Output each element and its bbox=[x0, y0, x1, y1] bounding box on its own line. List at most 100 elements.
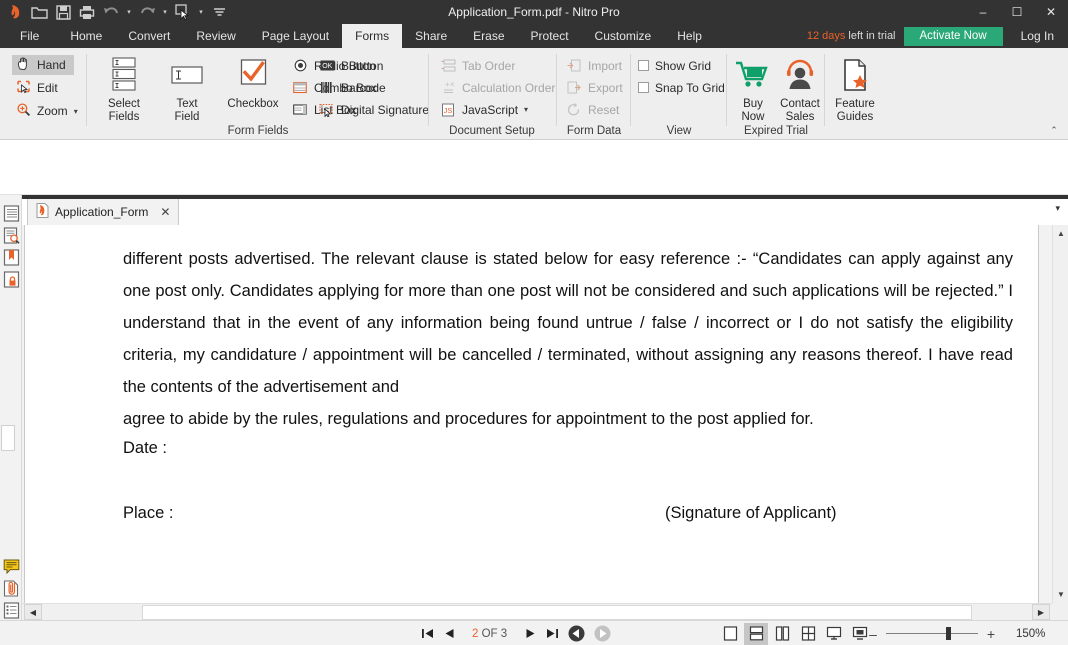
comments-icon[interactable] bbox=[3, 558, 20, 575]
digital-signature-label: Digital Signature bbox=[341, 103, 429, 117]
next-page-button[interactable] bbox=[519, 621, 541, 645]
tab-share[interactable]: Share bbox=[402, 24, 460, 48]
document-viewport[interactable]: different posts advertised. The relevant… bbox=[22, 225, 1052, 603]
print-icon[interactable] bbox=[76, 2, 98, 22]
export-item[interactable]: Export bbox=[566, 78, 623, 97]
tab-order-item[interactable]: Tab Order bbox=[440, 56, 515, 75]
horizontal-scrollbar[interactable]: ◀ ▶ bbox=[22, 603, 1052, 620]
search-document-icon[interactable] bbox=[3, 227, 20, 244]
zoom-level-label[interactable]: 150% bbox=[1002, 628, 1045, 640]
tab-erase[interactable]: Erase bbox=[460, 24, 517, 48]
fit-page-view-button[interactable] bbox=[822, 623, 846, 645]
snap-to-grid-checkbox[interactable]: Snap To Grid bbox=[638, 78, 725, 97]
two-page-continuous-view-button[interactable] bbox=[796, 623, 820, 645]
zoom-out-button[interactable]: – bbox=[862, 621, 884, 645]
maximize-button[interactable]: ☐ bbox=[1000, 0, 1034, 24]
zoom-tool-button[interactable]: Zoom ▾ bbox=[12, 101, 80, 121]
customize-qat-icon[interactable] bbox=[208, 2, 230, 22]
tab-customize[interactable]: Customize bbox=[582, 24, 665, 48]
undo-caret-icon[interactable]: ▾ bbox=[124, 2, 134, 22]
bookmarks-icon[interactable] bbox=[3, 249, 20, 266]
single-page-view-button[interactable] bbox=[718, 623, 742, 645]
calculation-order-item[interactable]: +× Calculation Order bbox=[440, 78, 555, 97]
zoom-caret-icon[interactable]: ▾ bbox=[74, 107, 78, 116]
import-item[interactable]: Import bbox=[566, 56, 622, 75]
hand-tool-button[interactable]: Hand bbox=[12, 55, 74, 75]
digital-signature-item[interactable]: Digital Signature bbox=[319, 100, 429, 119]
zoom-icon bbox=[16, 102, 31, 120]
contact-sales-label-1: Contact bbox=[776, 98, 824, 111]
activate-now-button[interactable]: Activate Now bbox=[904, 27, 1003, 46]
zoom-slider-knob[interactable] bbox=[946, 627, 951, 640]
page-indicator-total: 3 bbox=[501, 628, 507, 640]
push-button-item[interactable]: OK Button bbox=[319, 56, 376, 75]
show-grid-checkbox-box bbox=[638, 60, 649, 71]
open-icon[interactable] bbox=[28, 2, 50, 22]
view-group-label: View bbox=[634, 125, 724, 137]
next-view-button[interactable] bbox=[589, 621, 615, 645]
hand-tool-label: Hand bbox=[37, 58, 66, 72]
two-page-view-button[interactable] bbox=[770, 623, 794, 645]
scroll-right-icon[interactable]: ▶ bbox=[1032, 604, 1050, 620]
document-tab-application-form[interactable]: Application_Form ✕ bbox=[27, 199, 179, 225]
tab-page-layout[interactable]: Page Layout bbox=[249, 24, 342, 48]
scroll-left-icon[interactable]: ◀ bbox=[24, 604, 42, 620]
log-in-button[interactable]: Log In bbox=[1011, 29, 1064, 43]
ribbon-collapse-button[interactable]: ⌃ bbox=[1046, 123, 1062, 137]
vertical-scrollbar[interactable]: ▲ ▼ bbox=[1052, 225, 1068, 603]
ribbon-separator-6 bbox=[824, 54, 825, 126]
scroll-down-icon[interactable]: ▼ bbox=[1053, 586, 1068, 603]
export-label: Export bbox=[588, 81, 623, 95]
tab-home[interactable]: Home bbox=[57, 24, 115, 48]
redo-icon[interactable] bbox=[136, 2, 158, 22]
javascript-caret-icon[interactable]: ▾ bbox=[524, 105, 528, 114]
tab-convert[interactable]: Convert bbox=[115, 24, 183, 48]
page-indicator[interactable]: 2 OF 3 bbox=[460, 628, 519, 640]
contact-sales-button[interactable]: Contact Sales bbox=[776, 52, 824, 124]
edit-tool-button[interactable]: Edit bbox=[12, 78, 74, 98]
security-icon[interactable] bbox=[3, 271, 20, 288]
barcode-item[interactable]: Barcode bbox=[319, 78, 386, 97]
close-tab-icon[interactable]: ✕ bbox=[160, 205, 170, 219]
minimize-button[interactable]: – bbox=[966, 0, 1000, 24]
tab-review[interactable]: Review bbox=[183, 24, 248, 48]
tab-help[interactable]: Help bbox=[664, 24, 715, 48]
feature-guides-button[interactable]: Feature Guides bbox=[826, 52, 884, 124]
barcode-label: Barcode bbox=[341, 81, 386, 95]
previous-page-button[interactable] bbox=[438, 621, 460, 645]
text-field-button[interactable]: Text Field bbox=[157, 52, 217, 124]
zoom-slider[interactable] bbox=[884, 621, 980, 645]
previous-view-button[interactable] bbox=[563, 621, 589, 645]
redo-caret-icon[interactable]: ▾ bbox=[160, 2, 170, 22]
cursor-tool-icon[interactable] bbox=[172, 2, 194, 22]
zoom-in-button[interactable]: + bbox=[980, 621, 1002, 645]
tab-forms[interactable]: Forms bbox=[342, 24, 402, 48]
scroll-up-icon[interactable]: ▲ bbox=[1053, 225, 1068, 242]
buy-now-label-1: Buy bbox=[730, 98, 776, 111]
vertical-scrollbar-thumb[interactable] bbox=[1, 425, 15, 451]
save-icon[interactable] bbox=[52, 2, 74, 22]
nitro-logo-icon[interactable] bbox=[4, 2, 26, 22]
last-page-button[interactable] bbox=[541, 621, 563, 645]
checkbox-button[interactable]: Checkbox bbox=[220, 52, 286, 111]
tab-file[interactable]: File bbox=[0, 24, 57, 48]
push-button-icon: OK bbox=[319, 58, 335, 74]
document-tab-dropdown-icon[interactable]: ▾ bbox=[1055, 203, 1060, 214]
layers-icon[interactable] bbox=[3, 602, 20, 619]
continuous-view-button[interactable] bbox=[744, 623, 768, 645]
show-grid-checkbox[interactable]: Show Grid bbox=[638, 56, 711, 75]
javascript-item[interactable]: JS JavaScript ▾ bbox=[440, 100, 528, 119]
select-fields-button[interactable]: Select Fields bbox=[94, 52, 154, 124]
tab-protect[interactable]: Protect bbox=[518, 24, 582, 48]
reset-item[interactable]: Reset bbox=[566, 100, 619, 119]
push-button-label: Button bbox=[341, 59, 376, 73]
ribbon-separator bbox=[86, 54, 87, 126]
cursor-caret-icon[interactable]: ▾ bbox=[196, 2, 206, 22]
attachments-icon[interactable] bbox=[3, 580, 20, 597]
pages-panel-icon[interactable] bbox=[3, 205, 20, 222]
undo-icon[interactable] bbox=[100, 2, 122, 22]
buy-now-button[interactable]: Buy Now bbox=[730, 52, 776, 124]
close-button[interactable]: ✕ bbox=[1034, 0, 1068, 24]
first-page-button[interactable] bbox=[416, 621, 438, 645]
horizontal-scrollbar-thumb[interactable] bbox=[142, 605, 972, 620]
